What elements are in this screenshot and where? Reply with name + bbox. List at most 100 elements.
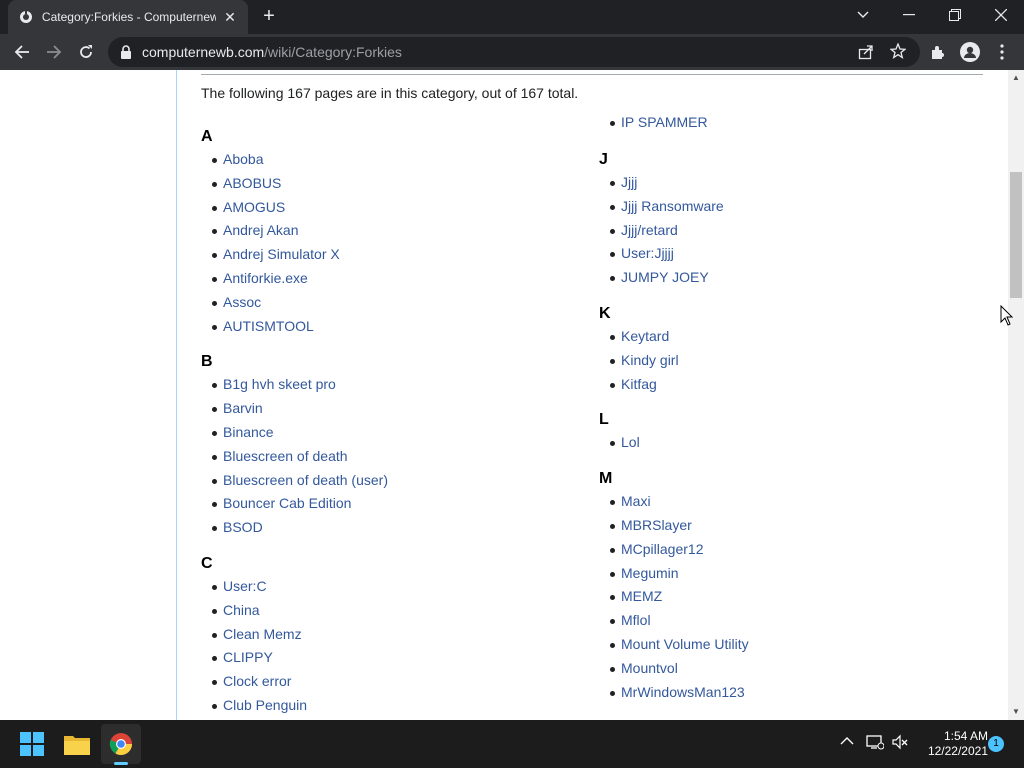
category-page-list: Keytard Kindy girl Kitfag xyxy=(605,325,959,396)
list-item: Bluescreen of death (user) xyxy=(207,469,561,493)
close-window-button[interactable] xyxy=(978,0,1024,30)
active-app-indicator xyxy=(114,762,128,765)
list-item: AMOGUS xyxy=(207,196,561,220)
network-monitor-icon[interactable] xyxy=(866,734,885,755)
page-viewport: The following 167 pages are in this cate… xyxy=(0,70,1008,720)
volume-muted-icon[interactable] xyxy=(892,734,908,755)
category-letter-heading: B xyxy=(201,353,213,371)
category-page-link[interactable]: Barvin xyxy=(223,400,263,416)
category-page-link[interactable]: Megumin xyxy=(621,565,679,581)
chrome-taskbar-icon[interactable] xyxy=(101,724,141,764)
category-page-link[interactable]: BSOD xyxy=(223,519,263,535)
address-bar[interactable]: computernewb.com/wiki/Category:Forkies xyxy=(108,37,920,67)
category-page-link[interactable]: Clean Memz xyxy=(223,626,302,642)
category-page-link[interactable]: MEMZ xyxy=(621,588,662,604)
start-windows-icon[interactable] xyxy=(12,724,52,764)
category-page-link[interactable]: ABOBUS xyxy=(223,175,281,191)
list-item: Andrej Akan xyxy=(207,219,561,243)
list-item: Lol xyxy=(605,431,959,455)
bookmark-star-icon[interactable] xyxy=(889,42,907,64)
lock-icon[interactable] xyxy=(120,45,132,64)
list-item: Binance xyxy=(207,421,561,445)
tab-strip: Category:Forkies - Computernewb ✕ + xyxy=(0,0,1024,34)
page-scrollbar[interactable]: ▲ ▼ xyxy=(1008,70,1024,720)
list-item: Clean Memz xyxy=(207,623,561,647)
category-page-link[interactable]: Andrej Simulator X xyxy=(223,246,340,262)
list-item: Club Penguin xyxy=(207,694,561,718)
category-page-link[interactable]: MCpillager12 xyxy=(621,541,703,557)
category-page-list: IP SPAMMER xyxy=(605,111,959,135)
category-page-link[interactable]: JUMPY JOEY xyxy=(621,269,709,285)
share-icon[interactable] xyxy=(858,44,874,65)
new-tab-button[interactable]: + xyxy=(258,6,280,28)
tab-search-icon[interactable] xyxy=(840,0,886,30)
tab-close-icon[interactable]: ✕ xyxy=(222,9,238,26)
category-column-left: A Aboba ABOBUS AMOGUS Andrej Akan Andrej Simu… xyxy=(201,113,561,718)
category-page-link[interactable]: User:Jjjjj xyxy=(621,245,674,261)
taskbar-clock[interactable]: 1:54 AM 12/22/2021 xyxy=(918,729,988,759)
category-page-link[interactable]: China xyxy=(223,602,260,618)
category-page-link[interactable]: Antiforkie.exe xyxy=(223,270,308,286)
category-page-link[interactable]: Kindy girl xyxy=(621,352,679,368)
category-page-link[interactable]: Clock error xyxy=(223,673,291,689)
profile-avatar-icon[interactable] xyxy=(958,40,982,64)
list-item: MBRSlayer xyxy=(605,514,959,538)
category-intro: The following 167 pages are in this cate… xyxy=(201,85,579,101)
category-page-link[interactable]: Aboba xyxy=(223,151,263,167)
category-page-link[interactable]: IP SPAMMER xyxy=(621,114,708,130)
category-page-link[interactable]: B1g hvh skeet pro xyxy=(223,376,336,392)
list-item: Mflol xyxy=(605,609,959,633)
category-page-link[interactable]: Mount Volume Utility xyxy=(621,636,749,652)
category-page-link[interactable]: Jjjj Ransomware xyxy=(621,198,724,214)
category-page-link[interactable]: Jjjj/retard xyxy=(621,222,678,238)
category-letter-heading: A xyxy=(201,128,213,145)
category-page-link[interactable]: Binance xyxy=(223,424,274,440)
category-page-link[interactable]: Bouncer Cab Edition xyxy=(223,495,351,511)
category-page-link[interactable]: MrWindowsMan123 xyxy=(621,684,745,700)
reload-icon[interactable] xyxy=(72,38,100,66)
list-item: User:Jjjjj xyxy=(605,242,959,266)
restore-button[interactable] xyxy=(932,0,978,30)
category-page-list: Lol xyxy=(605,431,959,455)
browser-tab[interactable]: Category:Forkies - Computernewb ✕ xyxy=(8,0,248,34)
notification-badge[interactable]: 1 xyxy=(988,736,1004,752)
category-page-link[interactable]: Andrej Akan xyxy=(223,222,299,238)
category-page-link[interactable]: Keytard xyxy=(621,328,669,344)
windows-taskbar: 1:54 AM 12/22/2021 1 xyxy=(0,720,1024,768)
category-page-link[interactable]: Assoc xyxy=(223,294,261,310)
mouse-cursor-icon xyxy=(1000,304,1014,332)
category-page-link[interactable]: AMOGUS xyxy=(223,199,285,215)
scrollbar-thumb[interactable] xyxy=(1010,172,1022,298)
menu-kebab-icon[interactable] xyxy=(990,40,1014,64)
category-page-link[interactable]: MBRSlayer xyxy=(621,517,692,533)
extensions-icon[interactable] xyxy=(926,40,950,64)
category-page-link[interactable]: Club Penguin xyxy=(223,697,307,713)
category-page-link[interactable]: Bluescreen of death (user) xyxy=(223,472,388,488)
category-page-link[interactable]: Jjjj xyxy=(621,174,637,190)
category-page-link[interactable]: Mflol xyxy=(621,612,651,628)
browser-toolbar: computernewb.com/wiki/Category:Forkies xyxy=(0,34,1024,70)
category-page-link[interactable]: Mountvol xyxy=(621,660,678,676)
scroll-down-arrow-icon[interactable]: ▼ xyxy=(1008,704,1024,720)
category-page-link[interactable]: CLIPPY xyxy=(223,649,273,665)
list-item: Mount Volume Utility xyxy=(605,633,959,657)
list-item: JUMPY JOEY xyxy=(605,266,959,290)
category-page-link[interactable]: AUTISMTOOL xyxy=(223,318,314,334)
list-item: Megumin xyxy=(605,562,959,586)
list-item: Kitfag xyxy=(605,373,959,397)
category-page-link[interactable]: Kitfag xyxy=(621,376,657,392)
back-arrow-icon[interactable] xyxy=(8,38,36,66)
minimize-button[interactable] xyxy=(886,0,932,30)
scroll-up-arrow-icon[interactable]: ▲ xyxy=(1008,70,1024,86)
list-item: MCpillager12 xyxy=(605,538,959,562)
list-item: Maxi xyxy=(605,490,959,514)
category-page-link[interactable]: Maxi xyxy=(621,493,651,509)
list-item: User:C xyxy=(207,575,561,599)
category-page-link[interactable]: User:C xyxy=(223,578,267,594)
file-explorer-icon[interactable] xyxy=(57,724,97,764)
forward-arrow-icon[interactable] xyxy=(40,38,68,66)
clock-time: 1:54 AM xyxy=(943,729,988,743)
tray-chevron-up-icon[interactable] xyxy=(840,734,854,753)
category-page-link[interactable]: Bluescreen of death xyxy=(223,448,348,464)
category-page-link[interactable]: Lol xyxy=(621,434,640,450)
